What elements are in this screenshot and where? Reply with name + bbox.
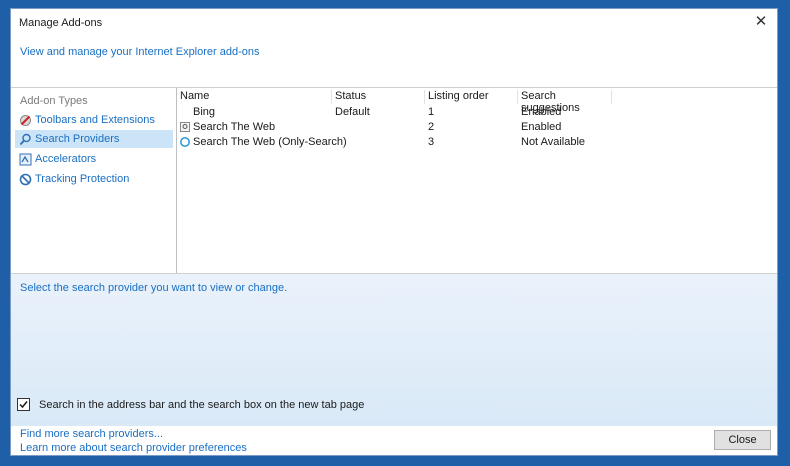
manage-addons-window: Manage Add-ons ✕ View and manage your In… <box>10 8 778 456</box>
provider-name: Bing <box>193 106 216 118</box>
column-header-name[interactable]: Name <box>177 90 332 104</box>
find-more-providers-link[interactable]: Find more search providers... <box>20 428 163 440</box>
details-prompt: Select the search provider you want to v… <box>20 282 288 294</box>
provider-suggestions: Not Available <box>521 136 586 148</box>
provider-name: Search The Web (Only-Search) <box>193 136 347 148</box>
sidebar-item-label: Accelerators <box>35 153 97 165</box>
title-bar: Manage Add-ons ✕ <box>11 9 777 37</box>
checkmark-icon <box>19 401 28 409</box>
sidebar-item-search-providers[interactable]: Search Providers <box>15 130 173 148</box>
header-description: View and manage your Internet Explorer a… <box>20 46 260 58</box>
accelerator-icon <box>19 153 32 166</box>
magnifier-icon <box>19 133 32 146</box>
provider-order: 2 <box>428 121 435 133</box>
sidebar-item-label: Toolbars and Extensions <box>35 114 155 126</box>
provider-suggestions: Enabled <box>521 121 562 133</box>
window-title: Manage Add-ons <box>19 17 103 29</box>
footer: Find more search providers... Learn more… <box>11 426 777 455</box>
provider-suggestions: Enabled <box>521 106 562 118</box>
sidebar-item-toolbars[interactable]: Toolbars and Extensions <box>15 111 173 129</box>
column-header-listing-order[interactable]: Listing order <box>425 90 518 104</box>
learn-more-link[interactable]: Learn more about search provider prefere… <box>20 442 247 454</box>
gear-block-icon <box>19 114 32 127</box>
provider-order: 3 <box>428 136 435 148</box>
table-row[interactable]: Search The Web 2 Enabled <box>177 121 777 136</box>
provider-status: Default <box>335 106 370 118</box>
sidebar-item-label: Search Providers <box>35 133 120 145</box>
providers-list: Name Status Listing order Search suggest… <box>177 88 777 273</box>
column-header-status[interactable]: Status <box>332 90 425 104</box>
provider-name: Search The Web <box>193 121 276 133</box>
sidebar-item-tracking-protection[interactable]: Tracking Protection <box>15 170 173 188</box>
provider-order: 1 <box>428 106 435 118</box>
table-row[interactable]: Search The Web (Only-Search) 3 Not Avail… <box>177 136 777 151</box>
address-bar-search-checkbox[interactable] <box>17 398 30 411</box>
page-search-icon <box>180 122 190 132</box>
table-row[interactable]: Bing Default 1 Enabled <box>177 106 777 121</box>
addon-types-sidebar: Add-on Types Toolbars and Extensions Sea… <box>11 88 177 273</box>
checkbox-label: Search in the address bar and the search… <box>39 399 365 411</box>
column-header-search-suggestions[interactable]: Search suggestions <box>518 90 612 114</box>
addon-types-heading: Add-on Types <box>20 95 88 107</box>
addons-pane: Add-on Types Toolbars and Extensions Sea… <box>11 87 777 274</box>
sidebar-item-label: Tracking Protection <box>35 173 130 185</box>
details-pane: Select the search provider you want to v… <box>11 274 777 426</box>
sidebar-item-accelerators[interactable]: Accelerators <box>15 150 173 168</box>
close-button[interactable]: Close <box>714 430 771 450</box>
globe-icon <box>180 137 190 147</box>
no-sign-icon <box>19 173 32 186</box>
close-icon[interactable]: ✕ <box>753 14 769 30</box>
